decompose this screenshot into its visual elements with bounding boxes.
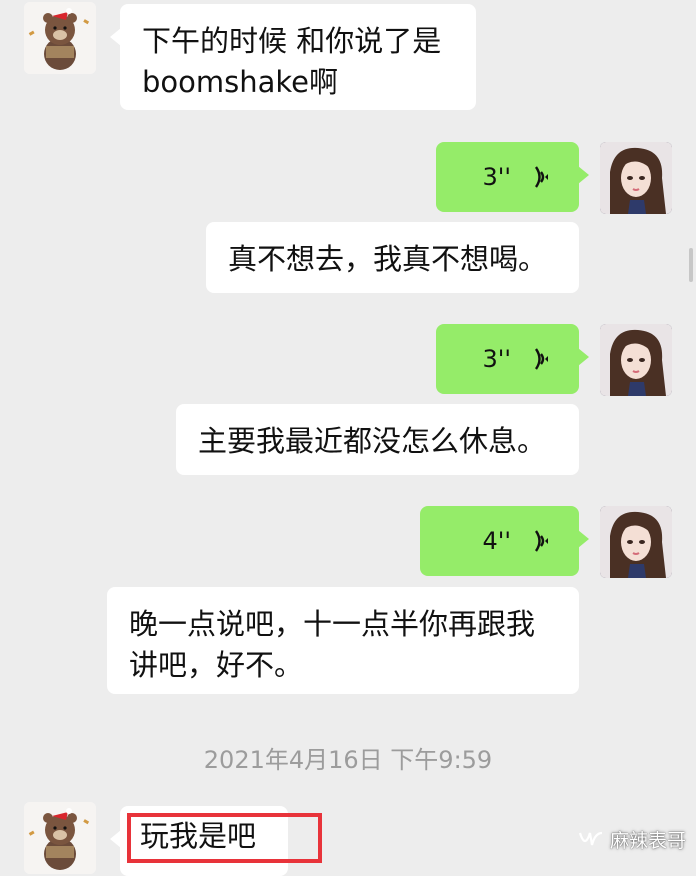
voice-wave-icon	[534, 166, 548, 188]
my-avatar[interactable]	[600, 142, 672, 214]
watermark-text: 麻辣表哥	[609, 830, 686, 852]
message-bubble-mine[interactable]: 主要我最近都没怎么休息。	[176, 404, 579, 475]
message-bubble-mine[interactable]: 真不想去，我真不想喝。	[206, 222, 579, 293]
highlight-annotation-box	[127, 813, 322, 863]
voice-duration: 4''	[482, 526, 511, 555]
wechat-channel-icon	[578, 831, 603, 845]
bear-avatar-icon	[24, 2, 96, 74]
friend-avatar[interactable]	[24, 802, 96, 874]
friend-avatar[interactable]	[24, 2, 96, 74]
message-text: 下午的时候 和你说了是 boomshake啊	[142, 24, 442, 99]
voice-message-bubble[interactable]: 3''	[436, 324, 589, 394]
my-avatar[interactable]	[600, 324, 672, 396]
message-text: 真不想去，我真不想喝。	[228, 242, 548, 276]
voice-message-bubble[interactable]: 3''	[436, 142, 589, 212]
voice-duration: 3''	[482, 344, 511, 373]
girl-avatar-icon	[600, 142, 672, 214]
message-bubble-mine[interactable]: 晚一点说吧，十一点半你再跟我讲吧，好不。	[107, 587, 579, 694]
chat-timestamp: 2021年4月16日 下午9:59	[203, 746, 493, 774]
girl-avatar-icon	[600, 506, 672, 578]
my-avatar[interactable]	[600, 506, 672, 578]
voice-duration: 3''	[482, 162, 511, 191]
voice-wave-icon	[534, 348, 548, 370]
voice-message-bubble[interactable]: 4''	[420, 506, 589, 576]
girl-avatar-icon	[600, 324, 672, 396]
message-text: 晚一点说吧，十一点半你再跟我讲吧，好不。	[129, 607, 536, 682]
message-bubble-friend[interactable]: 下午的时候 和你说了是 boomshake啊	[110, 4, 476, 110]
voice-wave-icon	[534, 530, 548, 552]
scrollbar[interactable]	[689, 248, 693, 282]
message-text: 主要我最近都没怎么休息。	[198, 424, 547, 458]
bear-avatar-icon	[24, 802, 96, 874]
watermark: 麻辣表哥	[578, 826, 686, 853]
